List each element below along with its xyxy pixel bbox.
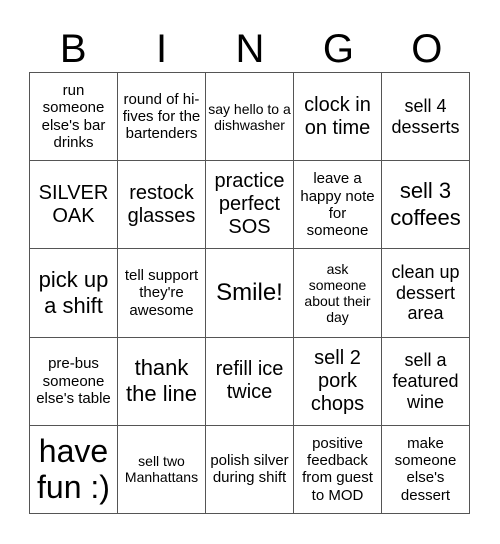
bingo-cell[interactable]: sell two Manhattans	[118, 425, 206, 514]
header-letter-i: I	[156, 27, 168, 71]
bingo-cell[interactable]: thank the line	[118, 337, 206, 426]
bingo-cell[interactable]: have fun :)	[30, 425, 118, 514]
bingo-cell[interactable]: Smile!	[206, 249, 294, 338]
bingo-cell[interactable]: pre-bus someone else's table	[30, 337, 118, 426]
header-letter-g: G	[322, 27, 354, 71]
bingo-cell[interactable]: SILVER OAK	[30, 161, 118, 250]
bingo-cell[interactable]: clean up dessert area	[382, 249, 470, 338]
bingo-grid: run someone else's bar drinks round of h…	[29, 72, 470, 514]
header-letter-b: B	[59, 27, 87, 71]
bingo-cell[interactable]: polish silver during shift	[206, 425, 294, 514]
bingo-cell[interactable]: practice perfect SOS	[206, 161, 294, 250]
bingo-cell[interactable]: say hello to a dishwasher	[206, 73, 294, 162]
bingo-cell[interactable]: sell a featured wine	[382, 337, 470, 426]
bingo-cell[interactable]: sell 2 pork chops	[294, 337, 382, 426]
bingo-cell[interactable]: leave a happy note for someone	[294, 161, 382, 250]
bingo-header: B I N G O	[29, 22, 471, 72]
bingo-cell[interactable]: sell 3 coffees	[382, 161, 470, 250]
bingo-cell[interactable]: restock glasses	[118, 161, 206, 250]
bingo-cell[interactable]: tell support they're awesome	[118, 249, 206, 338]
bingo-cell[interactable]: run someone else's bar drinks	[30, 73, 118, 162]
header-letter-n: N	[235, 27, 265, 71]
bingo-cell[interactable]: pick up a shift	[30, 249, 118, 338]
bingo-cell[interactable]: make someone else's dessert	[382, 425, 470, 514]
bingo-cell[interactable]: round of hi-fives for the bartenders	[118, 73, 206, 162]
bingo-cell[interactable]: clock in on time	[294, 73, 382, 162]
bingo-cell[interactable]: sell 4 desserts	[382, 73, 470, 162]
bingo-cell[interactable]: refill ice twice	[206, 337, 294, 426]
bingo-cell[interactable]: positive feedback from guest to MOD	[294, 425, 382, 514]
bingo-cell[interactable]: ask someone about their day	[294, 249, 382, 338]
header-letter-o: O	[411, 27, 443, 71]
